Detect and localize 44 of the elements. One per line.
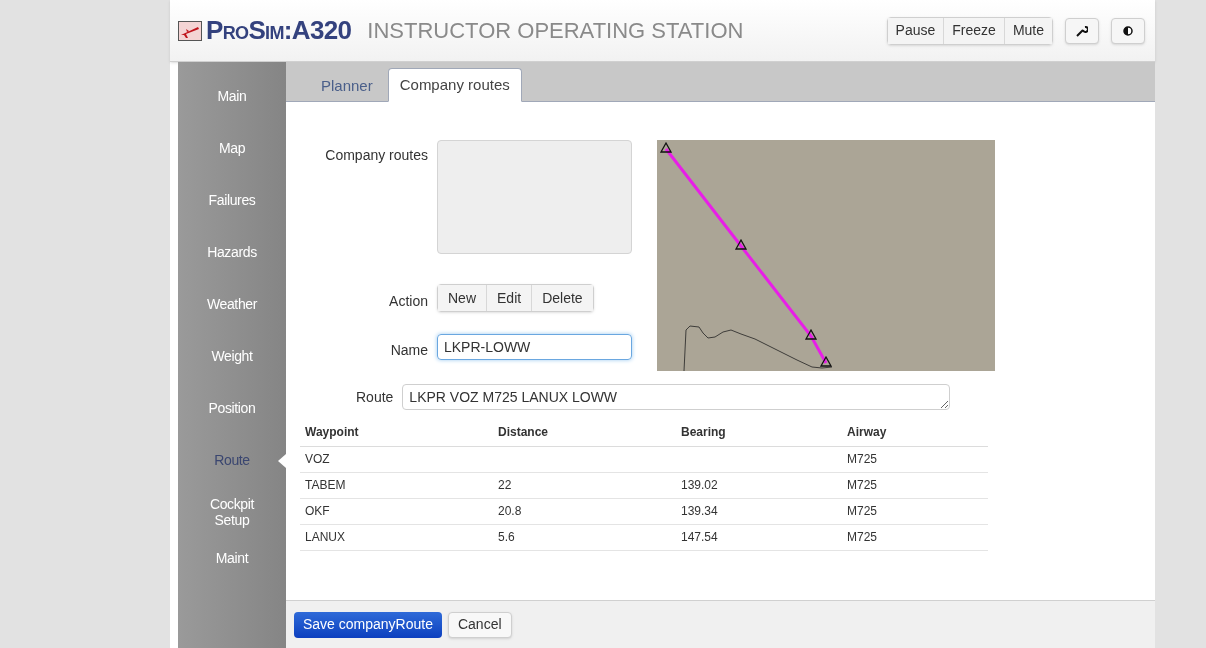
field-label: Action xyxy=(388,292,428,312)
column-header: Bearing xyxy=(676,419,842,446)
table-cell: VOZ xyxy=(305,452,330,466)
table-cell: 139.02 xyxy=(681,478,718,492)
table-cell: 22 xyxy=(498,478,512,492)
tab[interactable]: Planner xyxy=(310,71,384,101)
column-header: Waypoint xyxy=(300,419,493,446)
table-cell: M725 xyxy=(847,478,878,492)
field-label: Company routes xyxy=(324,146,428,165)
wrench-icon xyxy=(1076,24,1088,37)
table-cell: 5.6 xyxy=(498,530,515,544)
column-header: Distance xyxy=(493,419,676,446)
contrast-button[interactable] xyxy=(1111,17,1145,44)
column-header: Airway xyxy=(842,419,988,446)
action-button[interactable]: Delete xyxy=(531,285,593,312)
sidebar-item[interactable]: Map xyxy=(197,140,267,156)
sidebar-item[interactable]: Cockpit Setup xyxy=(197,496,267,528)
sidebar-item[interactable]: Weather xyxy=(197,296,267,312)
cancel-button[interactable]: Cancel xyxy=(447,611,512,638)
table-cell: 139.34 xyxy=(681,504,718,518)
save-button[interactable]: Save companyRoute xyxy=(294,611,442,638)
table-cell: M725 xyxy=(847,452,878,466)
action-button[interactable]: New xyxy=(438,285,486,312)
action-button[interactable]: Edit xyxy=(486,285,532,312)
settings-button[interactable] xyxy=(1065,17,1099,44)
table-cell: TABEM xyxy=(305,478,346,492)
selection-notch xyxy=(278,454,286,468)
app-title: INSTRUCTOR OPERATING STATION xyxy=(367,17,744,45)
table-cell: 147.54 xyxy=(681,530,718,544)
table-cell: LANUX xyxy=(305,530,345,544)
field-label: Name xyxy=(389,340,428,360)
toolbar-button[interactable]: Pause xyxy=(887,17,944,44)
tab[interactable]: Company routes xyxy=(387,68,522,102)
table-cell: OKF xyxy=(305,504,330,518)
toolbar-button[interactable]: Mute xyxy=(1003,17,1052,44)
route-field[interactable]: LKPR VOZ M725 LANUX LOWW xyxy=(402,384,951,410)
toolbar-button[interactable]: Freeze xyxy=(943,17,1004,44)
contrast-icon xyxy=(1123,25,1133,36)
field-label: Route xyxy=(356,387,394,407)
logo-text: ProSim:A320 xyxy=(206,14,352,47)
name-field[interactable]: LKPR-LOWW xyxy=(437,333,632,360)
table-cell: M725 xyxy=(847,530,878,544)
table-cell: 20.8 xyxy=(498,504,522,518)
table-cell: M725 xyxy=(847,504,878,518)
